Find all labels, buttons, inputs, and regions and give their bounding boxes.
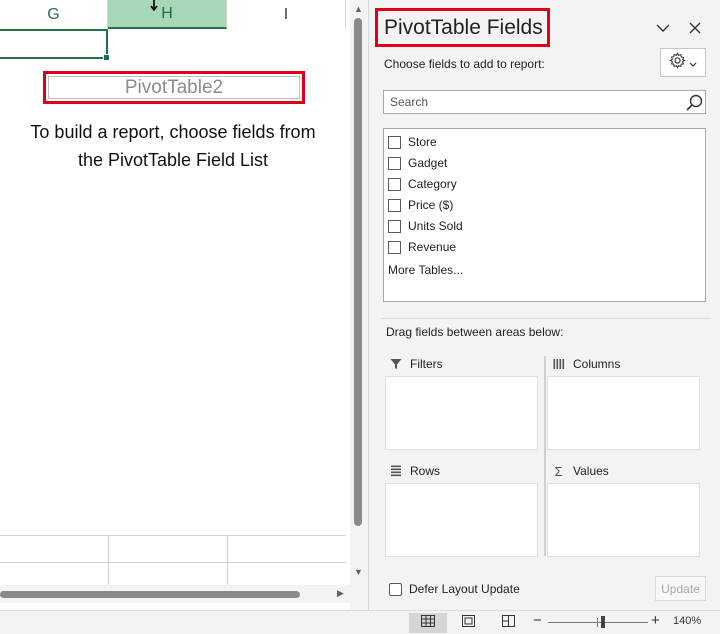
vertical-scroll-thumb[interactable]: [354, 18, 362, 526]
field-item-store[interactable]: Store: [388, 133, 437, 151]
rows-label: Rows: [410, 464, 441, 478]
page-layout-icon: [461, 614, 475, 632]
normal-view-icon: [421, 614, 435, 632]
scroll-right-icon[interactable]: ▶: [337, 588, 344, 599]
defer-checkbox[interactable]: [389, 582, 402, 596]
zoom-level[interactable]: 140%: [673, 615, 701, 627]
pivot-name-highlight: PivotTable2: [43, 71, 305, 104]
scroll-down-icon[interactable]: ▼: [354, 567, 363, 577]
columns-area-header: Columns: [552, 355, 620, 373]
field-item-gadget[interactable]: Gadget: [388, 154, 447, 172]
page-break-icon: [501, 614, 515, 632]
values-area-header: Σ Values: [552, 462, 609, 480]
filters-label: Filters: [410, 357, 443, 371]
field-label: Revenue: [408, 240, 457, 254]
pane-divider: [381, 318, 711, 319]
columns-label: Columns: [573, 357, 621, 371]
column-header-row: G H I: [0, 0, 346, 29]
field-checkbox[interactable]: [388, 240, 401, 254]
field-label: Price ($): [408, 198, 454, 212]
pivottable-fields-pane: PivotTable Fields Choose fields to add t…: [368, 0, 720, 610]
pivot-table-name: PivotTable2: [48, 76, 300, 99]
column-header-h[interactable]: H: [108, 0, 227, 29]
chevron-down-icon: [689, 54, 697, 72]
field-checkbox[interactable]: [388, 198, 401, 212]
field-item-revenue[interactable]: Revenue: [388, 238, 456, 256]
rows-drop-area[interactable]: [385, 483, 538, 557]
columns-icon: [552, 358, 565, 371]
grid-line: [108, 535, 109, 585]
field-checkbox[interactable]: [388, 177, 401, 191]
defer-layout-update[interactable]: Defer Layout Update: [389, 580, 520, 598]
field-label: Category: [408, 177, 457, 191]
drag-fields-label: Drag fields between areas below:: [386, 325, 564, 339]
pane-title-highlight: PivotTable Fields: [375, 8, 550, 47]
horizontal-scrollbar[interactable]: ▶: [0, 585, 350, 603]
areas-divider: [544, 356, 546, 556]
column-header-g[interactable]: G: [0, 0, 108, 29]
field-checkbox[interactable]: [388, 219, 401, 233]
rows-icon: [389, 465, 402, 478]
tools-button[interactable]: [660, 48, 706, 77]
pane-title: PivotTable Fields: [384, 15, 543, 39]
defer-label: Defer Layout Update: [409, 582, 520, 596]
pane-options-chevron-icon[interactable]: [653, 18, 673, 38]
choose-fields-label: Choose fields to add to report:: [384, 57, 545, 71]
field-label: Store: [408, 135, 437, 149]
active-cell[interactable]: [0, 29, 110, 61]
update-button[interactable]: Update: [655, 576, 706, 601]
field-label: Gadget: [408, 156, 448, 170]
search-box: [383, 90, 706, 114]
field-list: Store Gadget Category Price ($) Units So…: [383, 128, 706, 302]
values-drop-area[interactable]: [547, 483, 700, 557]
page-layout-view-button[interactable]: [449, 613, 487, 633]
worksheet: G H I PivotTable2 To build a report, cho…: [0, 0, 350, 610]
normal-view-button[interactable]: [409, 613, 447, 633]
search-input[interactable]: [390, 94, 670, 110]
mouse-cursor-icon: [150, 0, 158, 12]
sigma-icon: Σ: [554, 463, 563, 479]
field-checkbox[interactable]: [388, 156, 401, 170]
scroll-up-icon[interactable]: ▲: [354, 4, 363, 14]
field-item-category[interactable]: Category: [388, 175, 457, 193]
zoom-out-button[interactable]: −: [533, 612, 542, 629]
instruction-line-1: To build a report, choose fields from: [30, 122, 316, 142]
status-bar: − + 140%: [0, 610, 720, 634]
field-item-price[interactable]: Price ($): [388, 196, 453, 214]
close-icon[interactable]: [685, 18, 705, 38]
zoom-slider-thumb[interactable]: [601, 616, 605, 628]
gear-icon: [669, 51, 686, 74]
rows-area-header: Rows: [389, 462, 440, 480]
pivot-instructions: To build a report, choose fields from th…: [0, 118, 346, 174]
filters-drop-area[interactable]: [385, 376, 538, 450]
pivot-table-placeholder[interactable]: [0, 29, 346, 535]
search-icon[interactable]: [686, 94, 703, 111]
zoom-slider[interactable]: [548, 622, 648, 623]
grid-line: [227, 535, 228, 585]
more-tables-link[interactable]: More Tables...: [388, 263, 463, 277]
excel-window: G H I PivotTable2 To build a report, cho…: [0, 0, 720, 634]
instruction-line-2: the PivotTable Field List: [77, 150, 269, 170]
columns-drop-area[interactable]: [547, 376, 700, 450]
page-break-view-button[interactable]: [489, 613, 527, 633]
filter-icon: [389, 358, 402, 371]
zoom-in-button[interactable]: +: [651, 612, 660, 629]
column-header-i[interactable]: I: [227, 0, 346, 29]
field-checkbox[interactable]: [388, 135, 401, 149]
horizontal-scroll-thumb[interactable]: [0, 591, 300, 598]
field-label: Units Sold: [408, 219, 463, 233]
vertical-scrollbar[interactable]: ▲ ▼: [350, 0, 366, 582]
field-item-units-sold[interactable]: Units Sold: [388, 217, 463, 235]
zoom-slider-midpoint: [597, 618, 598, 627]
filters-area-header: Filters: [389, 355, 443, 373]
grid-row[interactable]: [0, 535, 346, 563]
values-label: Values: [573, 464, 609, 478]
